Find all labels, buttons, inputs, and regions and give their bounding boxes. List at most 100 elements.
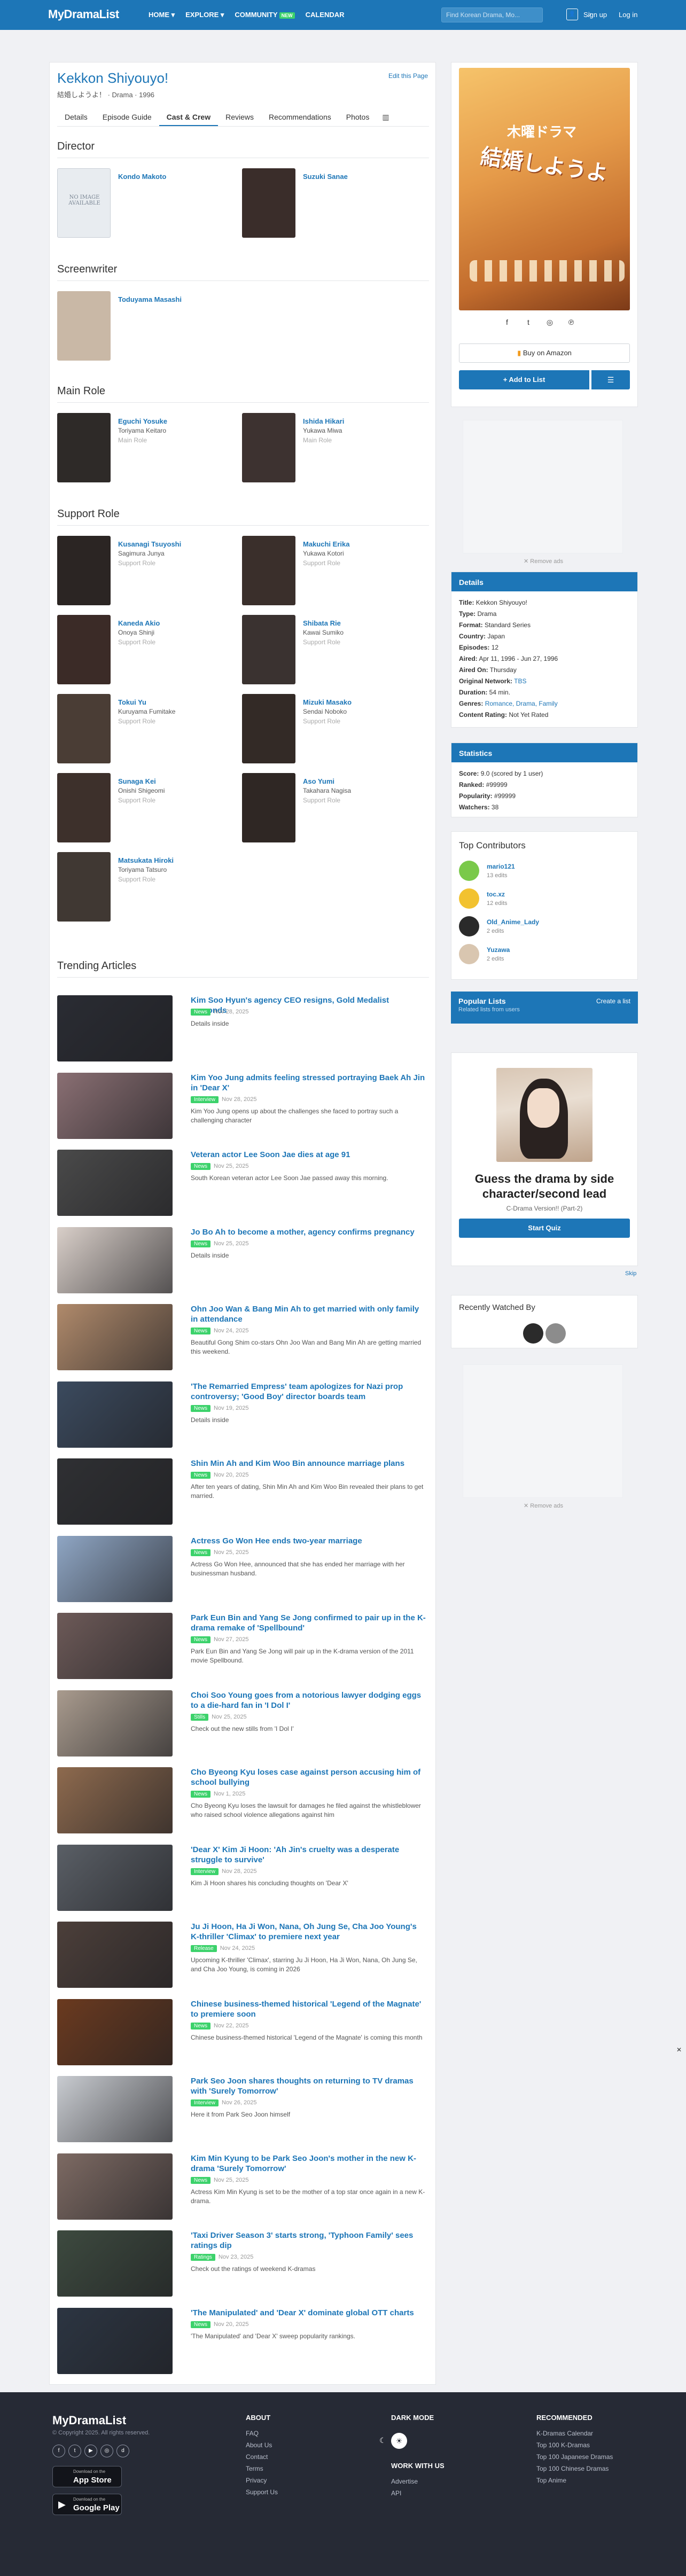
footer-link[interactable]: Terms (246, 2465, 263, 2472)
cast-member[interactable]: Matsukata Hiroki Toriyama Tatsuro Support … (57, 852, 239, 927)
cast-member[interactable]: Shibata Rie Kawai Sumiko Support Role (242, 615, 424, 690)
edit-page-link[interactable]: Edit this Page (388, 72, 428, 80)
person-name[interactable]: Shibata Rie (303, 619, 341, 627)
article-thumbnail[interactable] (57, 1535, 173, 1602)
person-name[interactable]: Kondo Makoto (118, 173, 166, 181)
signup-link[interactable]: Sign up (583, 11, 607, 19)
footer-link[interactable]: FAQ (246, 2430, 259, 2437)
quiz-image[interactable] (496, 1068, 593, 1162)
article-thumbnail[interactable] (57, 1999, 173, 2065)
search-input[interactable]: Find Korean Drama, Mo... (441, 7, 543, 22)
person-name[interactable]: Kaneda Akio (118, 619, 160, 627)
person-name[interactable]: Matsukata Hiroki (118, 856, 174, 864)
footer-link[interactable]: Top Anime (536, 2477, 566, 2484)
article-thumbnail[interactable] (57, 1072, 173, 1139)
ad-slot[interactable] (463, 420, 623, 553)
article-title[interactable]: Chinese business-themed historical 'Lege… (191, 1999, 426, 2019)
article-title[interactable]: Ohn Joo Wan & Bang Min Ah to get married… (191, 1304, 426, 1324)
character-name[interactable]: Kuruyama Fumitake (118, 708, 175, 715)
person-photo[interactable] (57, 291, 111, 361)
character-name[interactable]: Sagimura Junya (118, 550, 165, 557)
article-thumbnail[interactable] (57, 1690, 173, 1757)
article-title[interactable]: Veteran actor Lee Soon Jae dies at age 9… (191, 1150, 426, 1160)
article-title[interactable]: Shin Min Ah and Kim Woo Bin announce mar… (191, 1458, 426, 1469)
person-name[interactable]: Kusanagi Tsuyoshi (118, 540, 181, 548)
detail-value[interactable]: TBS (514, 677, 526, 685)
person-photo[interactable] (57, 694, 111, 763)
nav-explore[interactable]: EXPLORE ▾ (185, 11, 224, 19)
user-icon[interactable]: 👤 (566, 9, 578, 20)
cast-member[interactable]: Sunaga Kei Onishi Shigeomi Support Role (57, 773, 239, 848)
avatar[interactable] (459, 888, 479, 909)
article-item[interactable]: Park Seo Joon shares thoughts on returni… (57, 2076, 429, 2148)
article-thumbnail[interactable] (57, 2307, 173, 2374)
dark-mode-toggle[interactable]: ☀ (391, 2433, 407, 2449)
character-name[interactable]: Yukawa Miwa (303, 427, 342, 434)
article-item[interactable]: 'Taxi Driver Season 3' starts strong, 'T… (57, 2230, 429, 2302)
article-item[interactable]: Choi Soo Young goes from a notorious law… (57, 1690, 429, 1762)
person-photo[interactable] (242, 773, 295, 842)
add-to-list-button[interactable]: + Add to List (459, 370, 589, 389)
article-item[interactable]: Kim Soo Hyun's agency CEO resigns, Gold … (57, 995, 429, 1067)
article-thumbnail[interactable] (57, 1150, 173, 1216)
avatar[interactable] (459, 944, 479, 964)
article-thumbnail[interactable] (57, 1922, 173, 1988)
footer-link[interactable]: Privacy (246, 2477, 267, 2484)
person-photo[interactable] (57, 413, 111, 482)
login-link[interactable]: Log in (619, 11, 637, 19)
tab-details[interactable]: Details (57, 108, 95, 126)
cast-member[interactable]: Kaneda Akio Onoya Shinji Support Role (57, 615, 239, 690)
article-item[interactable]: Jo Bo Ah to become a mother, agency conf… (57, 1227, 429, 1299)
character-name[interactable]: Onishi Shigeomi (118, 787, 165, 794)
contributor-name[interactable]: Yuzawa (487, 946, 510, 954)
cast-member[interactable]: NO IMAGE AVAILABLE Kondo Makoto (57, 168, 239, 243)
article-title[interactable]: Actress Go Won Hee ends two-year marriag… (191, 1536, 426, 1546)
article-item[interactable]: 'The Remarried Empress' team apologizes … (57, 1381, 429, 1453)
person-name[interactable]: Mizuki Masako (303, 698, 352, 706)
article-item[interactable]: Ju Ji Hoon, Ha Ji Won, Nana, Oh Jung Se,… (57, 1922, 429, 1993)
avatar[interactable] (545, 1323, 566, 1344)
article-thumbnail[interactable] (57, 2153, 173, 2220)
article-title[interactable]: Choi Soo Young goes from a notorious law… (191, 1690, 426, 1711)
article-title[interactable]: 'Dear X' Kim Ji Hoon: 'Ah Jin's cruelty … (191, 1845, 426, 1865)
avatar[interactable] (459, 861, 479, 881)
stats-chart-icon[interactable]: ▥ (377, 108, 394, 126)
avatar[interactable] (523, 1323, 543, 1344)
instagram-icon[interactable]: ◎ (100, 2445, 113, 2457)
list-menu-icon[interactable]: ☰ (591, 370, 630, 389)
article-item[interactable]: Shin Min Ah and Kim Woo Bin announce mar… (57, 1458, 429, 1530)
article-thumbnail[interactable] (57, 1381, 173, 1448)
article-thumbnail[interactable] (57, 1844, 173, 1911)
article-title[interactable]: Park Seo Joon shares thoughts on returni… (191, 2076, 426, 2096)
skip-link[interactable]: Skip (625, 1270, 636, 1277)
article-item[interactable]: Cho Byeong Kyu loses case against person… (57, 1767, 429, 1839)
reddit-icon[interactable]: ◎ (544, 318, 555, 327)
start-quiz-button[interactable]: Start Quiz (459, 1219, 630, 1238)
article-title[interactable]: Kim Yoo Jung admits feeling stressed por… (191, 1073, 426, 1093)
person-photo[interactable] (57, 773, 111, 842)
article-thumbnail[interactable] (57, 1767, 173, 1833)
character-name[interactable]: Onoya Shinji (118, 629, 154, 636)
character-name[interactable]: Toriyama Tatsuro (118, 866, 167, 873)
tab-photos[interactable]: Photos (339, 108, 377, 126)
nav-home[interactable]: HOME ▾ (149, 11, 175, 19)
character-name[interactable]: Toriyama Keitaro (118, 427, 166, 434)
nav-community[interactable]: COMMUNITY NEW (235, 11, 295, 19)
person-photo[interactable] (57, 536, 111, 605)
article-thumbnail[interactable] (57, 1227, 173, 1293)
pinterest-icon[interactable]: ℗ (566, 318, 576, 327)
person-photo[interactable] (57, 852, 111, 922)
close-icon[interactable]: ✕ (676, 2046, 682, 2054)
contributor[interactable]: Yuzawa 2 edits (459, 944, 619, 967)
person-photo[interactable] (242, 694, 295, 763)
cast-member[interactable]: Tokui Yu Kuruyama Fumitake Support Role (57, 694, 239, 769)
site-logo[interactable]: MyDramaList (48, 7, 119, 21)
footer-link[interactable]: Contact (246, 2453, 268, 2461)
cast-member[interactable]: Eguchi Yosuke Toriyama Keitaro Main Role (57, 413, 239, 488)
article-title[interactable]: 'The Remarried Empress' team apologizes … (191, 1381, 426, 1402)
article-title[interactable]: Jo Bo Ah to become a mother, agency conf… (191, 1227, 426, 1237)
avatar[interactable] (459, 916, 479, 936)
contributor[interactable]: Old_Anime_Lady 2 edits (459, 916, 619, 940)
youtube-icon[interactable]: ▶ (84, 2445, 97, 2457)
article-thumbnail[interactable] (57, 2230, 173, 2297)
